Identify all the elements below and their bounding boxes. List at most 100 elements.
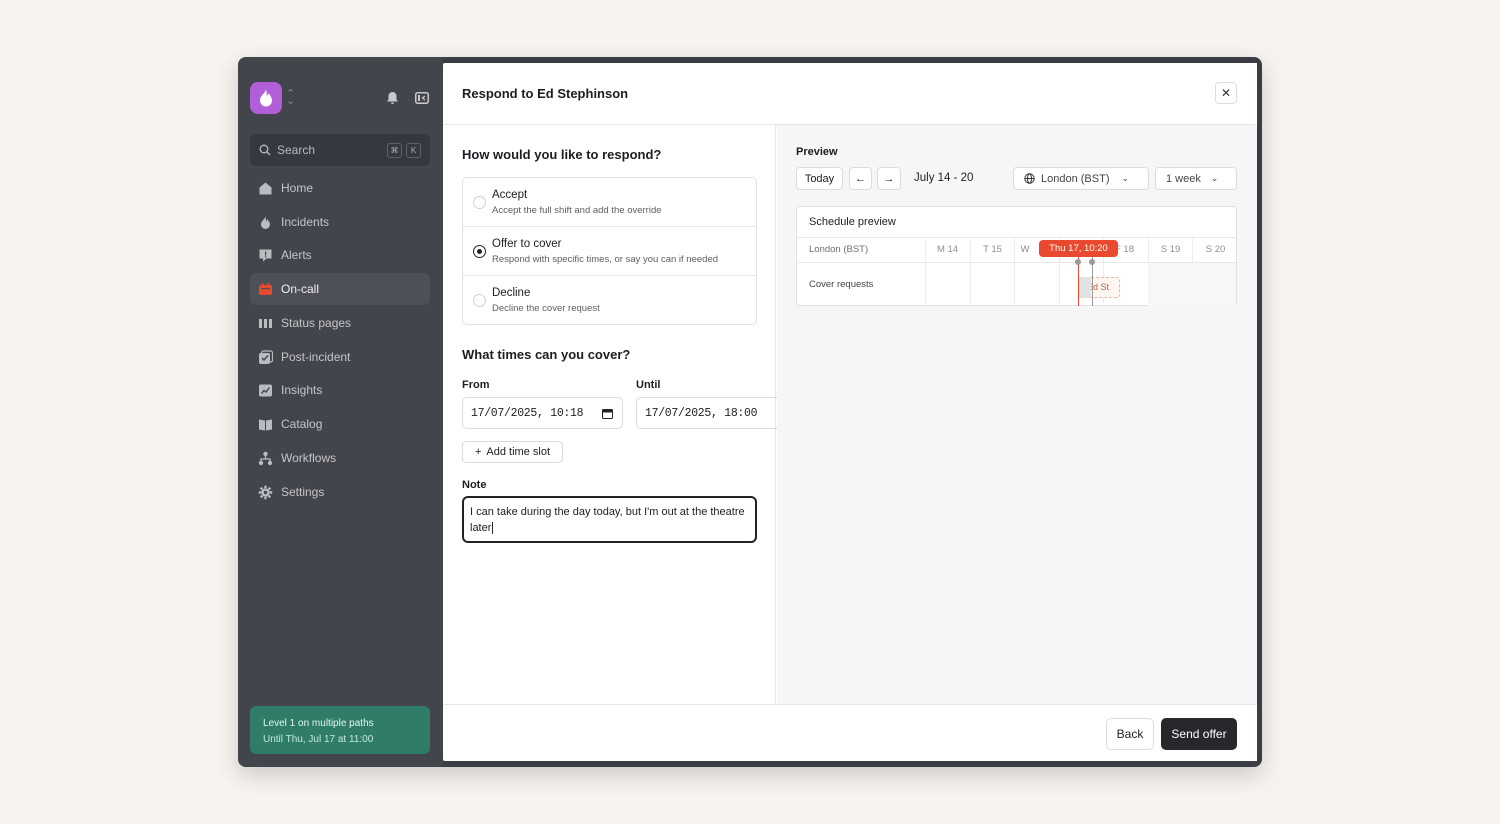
range-handle-start[interactable]	[1075, 259, 1081, 265]
response-form: How would you like to respond? Accept Ac…	[443, 125, 778, 704]
schedule-timezone-label: London (BST)	[809, 244, 869, 255]
range-handle-end[interactable]	[1089, 259, 1095, 265]
catalog-icon	[259, 419, 272, 430]
decline-radio[interactable]	[473, 294, 486, 307]
preview-title: Preview	[796, 146, 838, 158]
response-options: Accept Accept the full shift and add the…	[462, 177, 757, 325]
collapse-sidebar-icon[interactable]	[414, 90, 430, 106]
back-button[interactable]: Back	[1106, 718, 1154, 750]
cover-requests-label: Cover requests	[809, 279, 874, 290]
search-icon	[259, 144, 271, 156]
sidebar-item-on-call[interactable]: On-call	[250, 273, 430, 305]
sidebar-item-catalog[interactable]: Catalog	[250, 408, 430, 440]
option-decline[interactable]: Decline Decline the cover request	[463, 276, 756, 324]
day-label: S 20	[1205, 244, 1226, 255]
today-button[interactable]: Today	[796, 167, 843, 190]
on-call-icon	[259, 282, 272, 295]
sidebar-item-label: Incidents	[281, 215, 330, 229]
search-bar[interactable]: Search ⌘ K	[250, 134, 430, 166]
date-range: July 14 - 20	[914, 172, 974, 184]
sidebar-item-label: Catalog	[281, 417, 323, 431]
until-value: 17/07/2025, 18:00	[645, 406, 758, 420]
plus-icon: +	[474, 446, 482, 458]
sidebar: ⌃ ⌄ Search ⌘ K Home Incidents Alerts On-c…	[238, 57, 443, 767]
sidebar-item-post-incident[interactable]: Post-incident	[250, 341, 430, 373]
status-pages-icon	[259, 318, 272, 328]
today-label: Today	[804, 172, 835, 185]
sidebar-item-status-pages[interactable]: Status pages	[250, 307, 430, 339]
option-description: Decline the cover request	[492, 303, 600, 314]
accept-radio[interactable]	[473, 196, 486, 209]
until-label: Until	[636, 379, 661, 391]
option-description: Respond with specific times, or say you …	[492, 254, 719, 265]
close-icon: ✕	[1220, 86, 1232, 100]
until-datetime-input[interactable]: 17/07/2025, 18:00	[636, 397, 778, 429]
chevron-down-icon: ⌄	[1121, 173, 1130, 183]
note-textarea[interactable]: I can take during the day today, but I'm…	[462, 496, 757, 543]
from-datetime-input[interactable]: 17/07/2025, 10:18	[462, 397, 623, 429]
on-call-level-banner[interactable]: Level 1 on multiple paths Until Thu, Jul…	[250, 706, 430, 754]
sidebar-item-label: Status pages	[281, 316, 352, 330]
chevron-updown-icon[interactable]: ⌃ ⌄	[286, 89, 295, 107]
offer-radio[interactable]	[473, 245, 486, 258]
text-cursor	[492, 522, 494, 534]
times-heading: What times can you cover?	[462, 347, 631, 362]
home-icon	[259, 182, 272, 194]
day-label: S 19	[1160, 244, 1181, 255]
option-title: Accept	[492, 189, 528, 201]
post-incident-icon	[259, 349, 273, 364]
send-offer-button[interactable]: Send offer	[1161, 718, 1237, 750]
gear-icon	[258, 485, 273, 499]
add-time-slot-button[interactable]: + Add time slot	[462, 441, 563, 463]
span-value: 1 week	[1166, 172, 1201, 185]
day-label: W	[1020, 244, 1030, 255]
chevron-down-icon: ⌄	[1210, 173, 1219, 183]
sidebar-item-label: Post-incident	[281, 350, 351, 364]
add-slot-label: Add time slot	[486, 446, 551, 458]
bell-icon[interactable]	[384, 90, 400, 106]
day-label: T 15	[983, 244, 1002, 255]
option-accept[interactable]: Accept Accept the full shift and add the…	[463, 178, 756, 227]
sidebar-item-label: On-call	[281, 282, 320, 296]
flame-icon	[261, 215, 270, 229]
app-window: ⌃ ⌄ Search ⌘ K Home Incidents Alerts On-c…	[238, 57, 1262, 767]
schedule-title: Schedule preview	[809, 216, 896, 228]
option-title: Offer to cover	[492, 238, 562, 250]
option-offer-to-cover[interactable]: Offer to cover Respond with specific tim…	[463, 227, 756, 276]
sidebar-item-insights[interactable]: Insights	[250, 374, 430, 406]
sidebar-item-workflows[interactable]: Workflows	[250, 442, 430, 474]
respond-modal: Respond to Ed Stephinson ✕ How would you…	[443, 63, 1257, 761]
day-label: M 14	[936, 244, 959, 255]
sidebar-item-settings[interactable]: Settings	[250, 476, 430, 508]
sidebar-item-home[interactable]: Home	[250, 172, 430, 204]
modal-title: Respond to Ed Stephinson	[462, 86, 629, 101]
span-select[interactable]: 1 week ⌄	[1155, 167, 1237, 190]
note-label: Note	[462, 479, 487, 491]
sidebar-item-label: Alerts	[281, 248, 312, 262]
modal-header: Respond to Ed Stephinson ✕	[443, 63, 1257, 125]
calendar-icon[interactable]	[602, 408, 613, 419]
workflows-icon	[258, 451, 273, 465]
sidebar-item-label: Settings	[281, 485, 325, 499]
option-description: Accept the full shift and add the overri…	[492, 205, 662, 216]
insights-icon	[259, 384, 272, 396]
shortcut-k-key: K	[406, 142, 421, 158]
next-week-button[interactable]: →	[877, 167, 901, 190]
previous-week-button[interactable]: ←	[849, 167, 872, 190]
option-title: Decline	[492, 287, 531, 299]
flame-logo-icon	[260, 89, 272, 107]
sidebar-item-label: Home	[281, 181, 314, 195]
timezone-value: London (BST)	[1041, 172, 1110, 185]
close-button[interactable]: ✕	[1215, 82, 1237, 104]
sidebar-item-incidents[interactable]: Incidents	[250, 206, 430, 238]
arrow-right-icon: →	[883, 172, 895, 185]
level-banner-subtitle: Until Thu, Jul 17 at 11:00	[263, 734, 374, 745]
sidebar-item-alerts[interactable]: Alerts	[250, 239, 430, 271]
app-logo[interactable]	[250, 82, 282, 114]
offer-overlay	[1078, 277, 1091, 298]
timezone-select[interactable]: London (BST) ⌄	[1013, 167, 1149, 190]
level-banner-title: Level 1 on multiple paths	[263, 718, 374, 729]
globe-icon	[1024, 173, 1035, 184]
modal-footer: Back Send offer	[443, 704, 1257, 761]
sidebar-item-label: Workflows	[281, 451, 337, 465]
